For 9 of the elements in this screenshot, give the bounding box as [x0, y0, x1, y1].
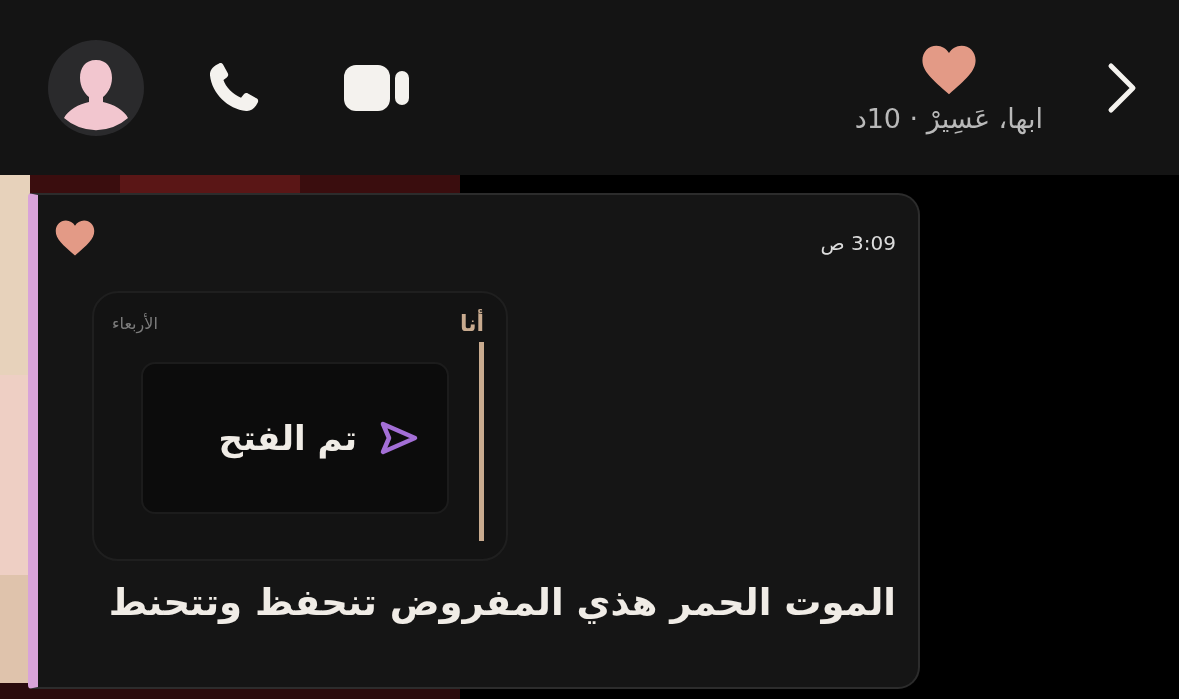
message-text: الموت الحمر هذي المفروض تنحفظ وتتحنط: [107, 581, 896, 624]
sender-name: أنا: [459, 311, 484, 336]
message-day: الأربعاء: [112, 314, 158, 333]
send-arrow-icon: [379, 420, 419, 456]
video-camera-icon[interactable]: [344, 62, 412, 113]
location-text: ابها، عَسِيرْ · 10د: [854, 103, 1043, 134]
status-text: تم الفتح: [218, 418, 357, 458]
message-time: 3:09 ص: [820, 231, 896, 255]
quoted-message[interactable]: أنا الأربعاء تم الفتح: [92, 291, 508, 561]
